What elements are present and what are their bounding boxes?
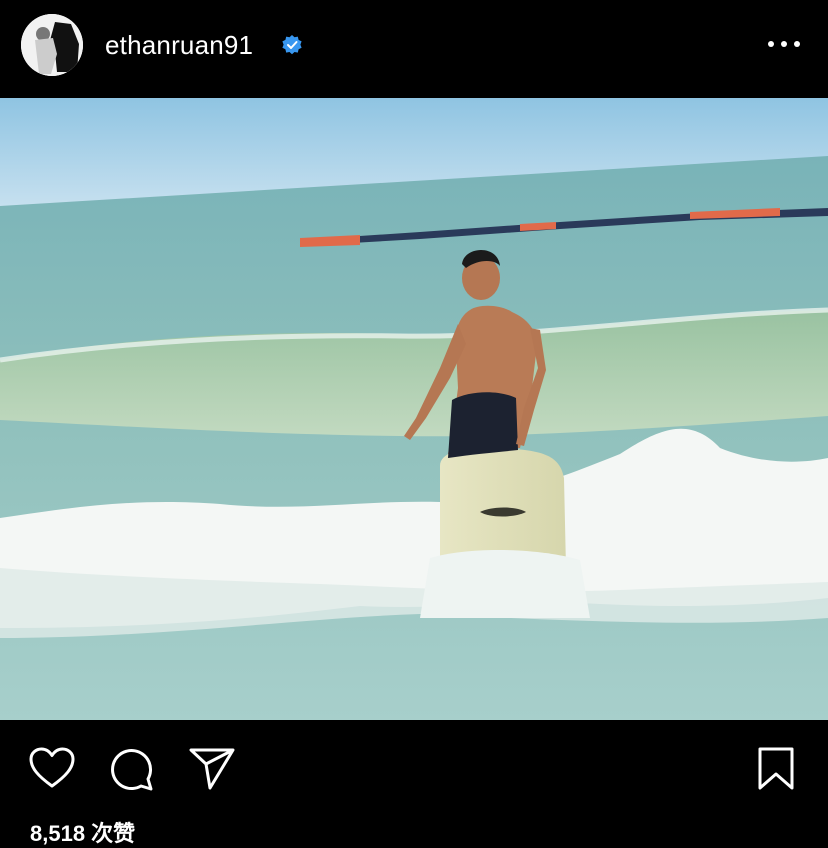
post-header: ethanruan91	[0, 0, 828, 98]
heart-icon[interactable]	[28, 746, 76, 790]
avatar[interactable]	[21, 14, 83, 76]
surfing-photo	[0, 98, 828, 720]
more-options-icon[interactable]	[768, 34, 800, 54]
send-icon[interactable]	[188, 746, 236, 792]
likes-count[interactable]: 8,518 次赞	[30, 816, 135, 848]
username[interactable]: ethanruan91	[105, 30, 253, 61]
comment-bubble-icon[interactable]	[108, 746, 156, 792]
post-photo[interactable]	[0, 98, 828, 720]
verified-badge-icon	[282, 35, 302, 55]
bookmark-icon[interactable]	[756, 746, 796, 792]
